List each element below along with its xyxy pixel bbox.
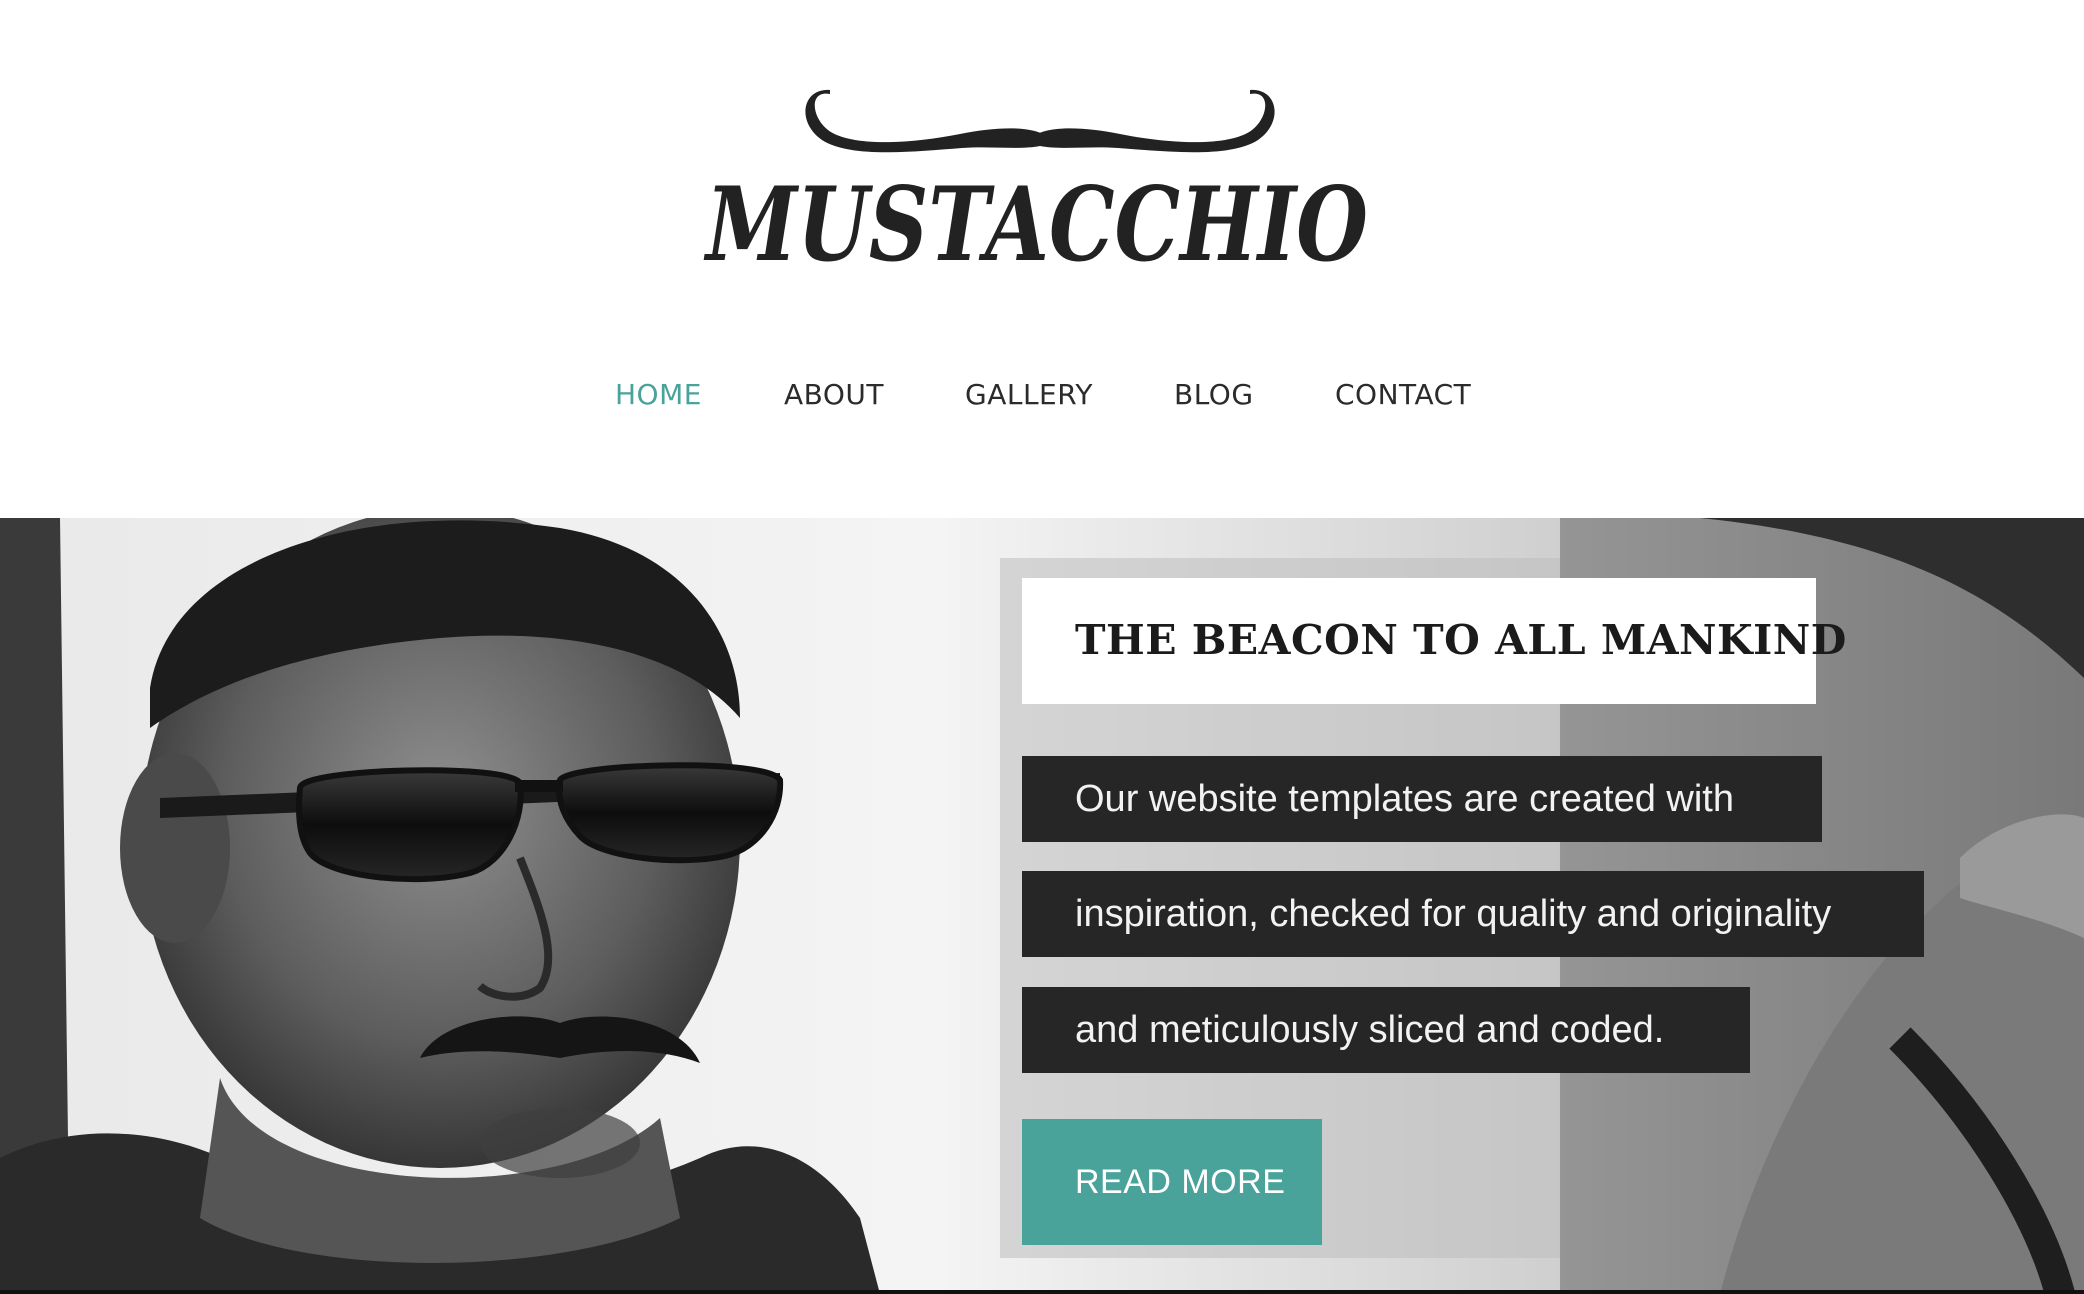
hero-headline: THE BEACON TO ALL MANKIND <box>1075 616 1847 664</box>
hero-description-line-3: and meticulously sliced and coded. <box>1022 987 1750 1073</box>
nav-contact[interactable]: CONTACT <box>1335 378 1471 411</box>
nav-blog[interactable]: BLOG <box>1174 378 1254 411</box>
mustache-icon: MUSTACCHIO <box>704 89 1368 272</box>
read-more-button[interactable]: READ MORE <box>1022 1119 1322 1245</box>
hero-description-line-2: inspiration, checked for quality and ori… <box>1022 871 1924 957</box>
main-nav: HOME ABOUT GALLERY BLOG CONTACT <box>0 378 2084 418</box>
site-header: MUSTACCHIO HOME ABOUT GALLERY BLOG CONTA… <box>0 0 2084 518</box>
description-text-2: inspiration, checked for quality and ori… <box>1075 893 1832 935</box>
hero-description-line-1: Our website templates are created with <box>1022 756 1822 842</box>
hero-banner: THE BEACON TO ALL MANKIND Our website te… <box>0 518 2084 1294</box>
description-text-3: and meticulously sliced and coded. <box>1075 1009 1665 1051</box>
read-more-label: READ MORE <box>1075 1163 1286 1201</box>
description-text-1: Our website templates are created with <box>1075 778 1734 820</box>
headline-box: THE BEACON TO ALL MANKIND <box>1022 578 1846 704</box>
nav-home[interactable]: HOME <box>615 378 702 411</box>
brand-name: MUSTACCHIO <box>704 165 1368 272</box>
site-logo[interactable]: MUSTACCHIO <box>700 72 1380 272</box>
nav-gallery[interactable]: GALLERY <box>965 378 1093 411</box>
nav-about[interactable]: ABOUT <box>784 378 884 411</box>
